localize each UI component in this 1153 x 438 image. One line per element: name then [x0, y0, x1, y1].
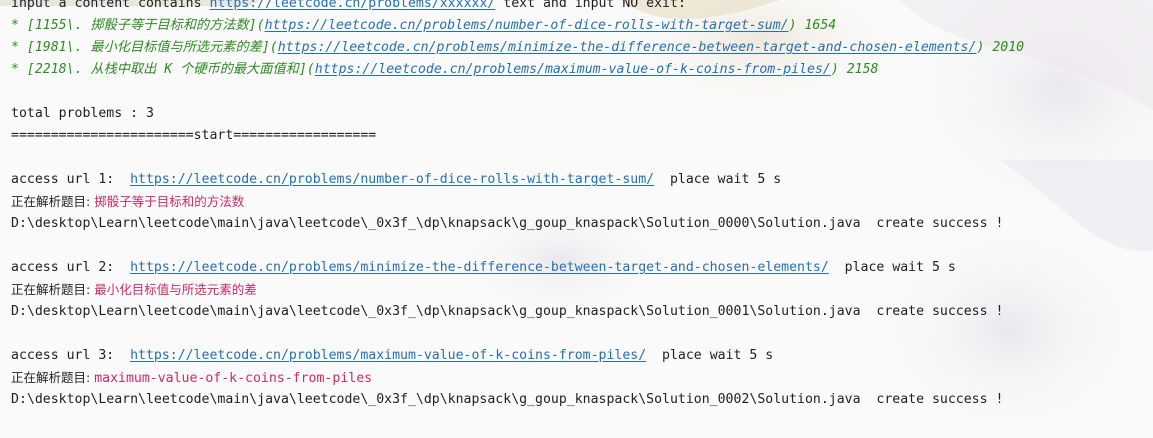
- problem-id: 2218\.: [34, 62, 83, 77]
- access-url-line: access url 2: https://leetcode.cn/proble…: [11, 257, 1153, 279]
- problem-rating: ) 2010: [976, 40, 1025, 55]
- parse-label: 正在解析题目:: [11, 370, 95, 385]
- access-label: access url 3:: [11, 348, 131, 363]
- access-url-line: access url 3: https://leetcode.cn/proble…: [11, 345, 1153, 367]
- problem-rating: ) 2158: [830, 62, 879, 77]
- problem-link[interactable]: https://leetcode.cn/problems/number-of-d…: [265, 18, 789, 33]
- start-separator-line: =======================start============…: [11, 128, 377, 143]
- md-bracket: ](: [248, 18, 265, 33]
- parse-line: 正在解析题目: 最小化目标值与所选元素的差: [11, 279, 1153, 301]
- parse-line: 正在解析题目: 掷骰子等于目标和的方法数: [11, 191, 1153, 213]
- problem-title: 掷骰子等于目标和的方法数: [82, 18, 249, 33]
- input-prompt-line: input a content contains https://leetcod…: [11, 0, 1153, 15]
- access-label: access url 2:: [11, 260, 131, 275]
- parse-value: maximum-value-of-k-coins-from-piles: [94, 371, 373, 386]
- access-link[interactable]: https://leetcode.cn/problems/maximum-val…: [130, 348, 646, 363]
- wait-text: place wait 5 s: [646, 348, 774, 363]
- create-path-line: D:\desktop\Learn\leetcode\main\java\leet…: [11, 392, 1004, 407]
- access-link[interactable]: https://leetcode.cn/problems/minimize-th…: [130, 260, 829, 275]
- list-bullet: * [: [11, 40, 35, 55]
- wait-text: place wait 5 s: [828, 260, 956, 275]
- md-bracket: ](: [261, 40, 278, 55]
- parse-line: 正在解析题目: maximum-value-of-k-coins-from-pi…: [11, 367, 1153, 389]
- problem-rating: ) 1654: [788, 18, 837, 33]
- list-bullet: * [: [11, 62, 35, 77]
- problem-list-item: * [1155\. 掷骰子等于目标和的方法数](https://leetcode…: [11, 15, 1153, 37]
- console-output: input a content contains https://leetcod…: [11, 0, 1153, 411]
- create-path-line: D:\desktop\Learn\leetcode\main\java\leet…: [11, 216, 1004, 231]
- problem-id: 1155\.: [34, 18, 83, 33]
- problem-id: 1981\.: [34, 40, 83, 55]
- access-link[interactable]: https://leetcode.cn/problems/number-of-d…: [130, 172, 654, 187]
- parse-label: 正在解析题目:: [11, 282, 95, 297]
- total-problems-line: total problems : 3: [11, 106, 154, 121]
- prompt-example-link[interactable]: https://leetcode.cn/problems/xxxxxx/: [210, 0, 496, 11]
- access-label: access url 1:: [11, 172, 131, 187]
- parse-value: 最小化目标值与所选元素的差: [94, 282, 257, 297]
- problem-title: 从栈中取出 K 个硬币的最大面值和: [82, 62, 299, 77]
- prompt-prefix: input a content contains: [11, 0, 210, 11]
- problem-title: 最小化目标值与所选元素的差: [82, 40, 262, 55]
- parse-value: 掷骰子等于目标和的方法数: [94, 194, 245, 209]
- access-url-line: access url 1: https://leetcode.cn/proble…: [11, 169, 1153, 191]
- parse-label: 正在解析题目:: [11, 194, 95, 209]
- problem-link[interactable]: https://leetcode.cn/problems/minimize-th…: [278, 40, 977, 55]
- prompt-suffix: text and input NO exit:: [495, 0, 686, 11]
- problem-link[interactable]: https://leetcode.cn/problems/maximum-val…: [315, 62, 831, 77]
- list-bullet: * [: [11, 18, 35, 33]
- md-bracket: ](: [298, 62, 315, 77]
- wait-text: place wait 5 s: [654, 172, 782, 187]
- problem-list-item: * [2218\. 从栈中取出 K 个硬币的最大面值和](https://lee…: [11, 59, 1153, 81]
- problem-list-item: * [1981\. 最小化目标值与所选元素的差](https://leetcod…: [11, 37, 1153, 59]
- create-path-line: D:\desktop\Learn\leetcode\main\java\leet…: [11, 304, 1004, 319]
